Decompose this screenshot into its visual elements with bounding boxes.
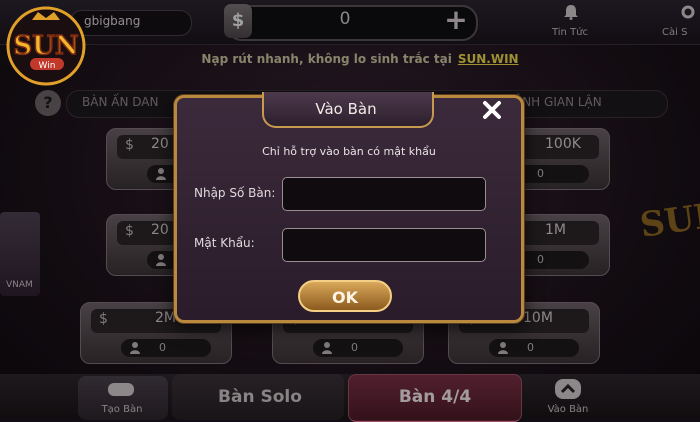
dialog-subtitle: Chỉ hỗ trợ vào bàn có mật khẩu [262,145,436,158]
sun-win-logo: SUN Win [6,6,86,86]
password-label: Mật Khẩu: [194,236,255,250]
dialog-title: Vào Bàn [315,100,377,118]
close-icon[interactable] [476,96,508,126]
svg-text:Win: Win [39,61,56,71]
ok-button[interactable]: OK [298,280,392,312]
table-number-label: Nhập Số Bàn: [194,186,276,200]
password-input[interactable] [282,228,486,262]
table-number-input[interactable] [282,177,486,211]
svg-text:SUN: SUN [13,31,78,61]
